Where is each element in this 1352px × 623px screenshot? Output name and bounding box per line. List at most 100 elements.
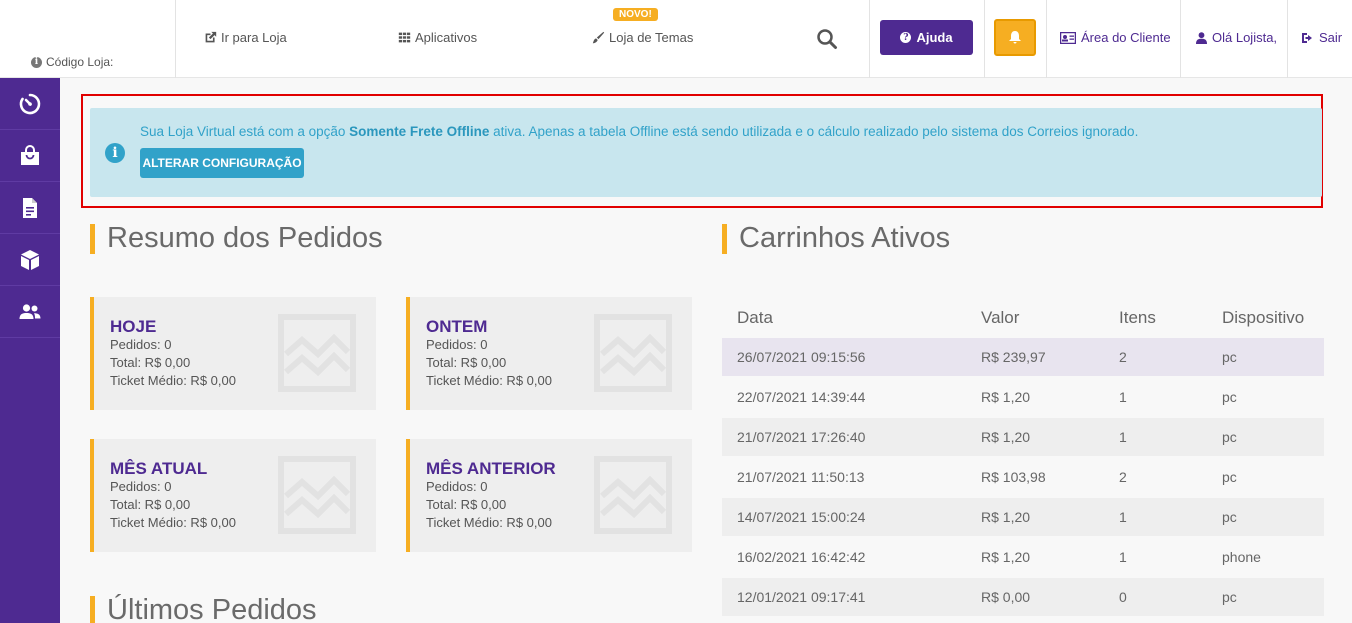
divider — [869, 0, 870, 78]
cell-date: 12/01/2021 09:17:41 — [737, 589, 866, 605]
sidebar — [0, 78, 60, 623]
cell-date: 16/02/2021 16:42:42 — [737, 549, 866, 565]
sidebar-item-products[interactable] — [0, 234, 60, 286]
card-ticket: Ticket Médio: R$ 0,00 — [110, 515, 236, 530]
summary-card-today: HOJE Pedidos: 0 Total: R$ 0,00 Ticket Mé… — [90, 297, 376, 410]
theme-store-link[interactable]: Loja de Temas — [592, 30, 693, 45]
column-header-date: Data — [737, 308, 773, 327]
sidebar-item-dashboard[interactable] — [0, 78, 60, 130]
table-row[interactable]: 21/07/2021 17:26:40 R$ 1,20 1 pc — [722, 418, 1324, 456]
card-title: MÊS ANTERIOR — [426, 459, 556, 478]
active-carts-title: Carrinhos Ativos — [739, 222, 951, 254]
brush-icon — [592, 31, 605, 44]
card-total: Total: R$ 0,00 — [110, 497, 191, 512]
sidebar-item-orders[interactable] — [0, 130, 60, 182]
card-ticket: Ticket Médio: R$ 0,00 — [426, 515, 552, 530]
id-card-icon — [1060, 31, 1076, 44]
card-orders: Pedidos: 0 — [110, 337, 172, 352]
cell-items: 1 — [1119, 509, 1127, 525]
info-icon: i — [31, 56, 42, 68]
card-total: Total: R$ 0,00 — [426, 497, 507, 512]
cell-value: R$ 0,00 — [981, 589, 1031, 605]
column-header-value: Valor — [981, 308, 1020, 327]
summary-card-previous-month: MÊS ANTERIOR Pedidos: 0 Total: R$ 0,00 T… — [406, 439, 692, 552]
last-orders-heading: Últimos Pedidos — [90, 594, 317, 623]
section-accent-bar — [722, 223, 727, 254]
cell-date: 22/07/2021 14:39:44 — [737, 389, 866, 405]
bell-icon — [1009, 31, 1021, 44]
summary-card-current-month: MÊS ATUAL Pedidos: 0 Total: R$ 0,00 Tick… — [90, 439, 376, 552]
table-row[interactable]: 22/07/2021 14:39:44 R$ 1,20 1 pc — [722, 378, 1324, 416]
apps-link[interactable]: Aplicativos — [398, 30, 477, 45]
dashboard-timer-icon — [19, 93, 41, 114]
cell-device: pc — [1222, 589, 1237, 605]
sidebar-item-reports[interactable] — [0, 182, 60, 234]
cell-items: 1 — [1119, 429, 1127, 445]
cell-value: R$ 1,20 — [981, 429, 1031, 445]
search-icon[interactable] — [816, 28, 838, 50]
section-accent-bar — [90, 595, 95, 623]
chart-image-icon — [278, 314, 356, 392]
notifications-button[interactable] — [994, 19, 1036, 56]
card-title: HOJE — [110, 317, 157, 336]
table-row[interactable]: 21/07/2021 11:50:13 R$ 103,98 2 pc — [722, 458, 1324, 496]
info-icon: i — [105, 143, 125, 163]
card-orders: Pedidos: 0 — [426, 337, 488, 352]
divider — [1180, 0, 1181, 78]
divider — [1046, 0, 1047, 78]
logout-link[interactable]: Sair — [1301, 30, 1342, 45]
document-icon — [23, 197, 37, 218]
chart-image-icon — [594, 314, 672, 392]
go-to-store-link[interactable]: Ir para Loja — [204, 30, 287, 45]
greeting-label: Olá Lojista, — [1212, 30, 1278, 45]
cell-date: 26/07/2021 09:15:56 — [737, 349, 866, 365]
cell-value: R$ 1,20 — [981, 389, 1031, 405]
client-area-label: Área do Cliente — [1081, 30, 1171, 45]
cell-device: pc — [1222, 389, 1237, 405]
table-row[interactable]: 16/02/2021 16:42:42 R$ 1,20 1 phone — [722, 538, 1324, 576]
grid-icon — [398, 32, 411, 43]
table-row[interactable]: 12/01/2021 09:17:41 R$ 0,00 0 pc — [722, 578, 1324, 616]
shopping-bag-icon — [21, 144, 39, 165]
help-button[interactable]: ? Ajuda — [880, 20, 973, 55]
summary-card-yesterday: ONTEM Pedidos: 0 Total: R$ 0,00 Ticket M… — [406, 297, 692, 410]
sidebar-item-customers[interactable] — [0, 286, 60, 338]
cell-items: 2 — [1119, 349, 1127, 365]
alert-message: Sua Loja Virtual está com a opção Soment… — [140, 124, 1138, 139]
orders-summary-title: Resumo dos Pedidos — [107, 222, 383, 254]
table-row[interactable]: 26/07/2021 09:15:56 R$ 239,97 2 pc — [722, 338, 1324, 376]
store-code: i Código Loja: — [31, 55, 113, 69]
chart-image-icon — [594, 456, 672, 534]
cell-device: pc — [1222, 469, 1237, 485]
card-ticket: Ticket Médio: R$ 0,00 — [110, 373, 236, 388]
active-carts-heading: Carrinhos Ativos — [722, 222, 950, 255]
store-code-label: Código Loja: — [46, 55, 114, 69]
card-orders: Pedidos: 0 — [426, 479, 488, 494]
user-menu[interactable]: Olá Lojista, — [1196, 30, 1277, 45]
cell-items: 1 — [1119, 389, 1127, 405]
box-icon — [21, 249, 39, 270]
column-header-device: Dispositivo — [1222, 308, 1305, 327]
card-total: Total: R$ 0,00 — [426, 355, 507, 370]
client-area-link[interactable]: Área do Cliente — [1060, 30, 1171, 45]
users-icon — [19, 303, 41, 319]
table-row[interactable]: 14/07/2021 15:00:24 R$ 1,20 1 pc — [722, 498, 1324, 536]
sign-out-icon — [1302, 32, 1312, 43]
cell-value: R$ 1,20 — [981, 549, 1031, 565]
theme-store-label: Loja de Temas — [609, 30, 694, 45]
cell-date: 21/07/2021 17:26:40 — [737, 429, 866, 445]
external-link-icon — [205, 31, 217, 43]
card-ticket: Ticket Médio: R$ 0,00 — [426, 373, 552, 388]
alert-text-after: ativa. Apenas a tabela Offline está send… — [489, 124, 1139, 139]
help-label: Ajuda — [916, 30, 953, 45]
cell-value: R$ 1,20 — [981, 509, 1031, 525]
last-orders-title: Últimos Pedidos — [107, 594, 317, 623]
orders-summary-heading: Resumo dos Pedidos — [90, 222, 383, 255]
column-header-items: Itens — [1119, 308, 1156, 327]
logo-area: i Código Loja: — [0, 0, 176, 78]
change-settings-button[interactable]: ALTERAR CONFIGURAÇÃO — [140, 148, 304, 178]
card-total: Total: R$ 0,00 — [110, 355, 191, 370]
card-title: ONTEM — [426, 317, 488, 336]
chart-image-icon — [278, 456, 356, 534]
cell-items: 0 — [1119, 589, 1127, 605]
